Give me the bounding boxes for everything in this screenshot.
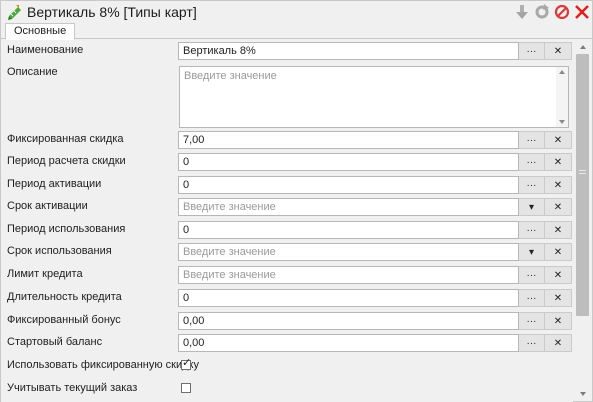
fixed-discount-input[interactable] <box>178 131 519 149</box>
credit-duration-label: Длительность кредита <box>7 291 122 303</box>
fixed-discount-clear-button[interactable]: ✕ <box>545 131 572 149</box>
usage-term-input[interactable] <box>178 243 519 261</box>
grip-line <box>579 173 586 174</box>
main-scrollbar[interactable] <box>574 40 592 401</box>
discount-calc-period-browse-button[interactable]: ··· <box>519 153 545 171</box>
usage-period-input[interactable] <box>178 221 519 239</box>
start-balance-browse-button[interactable]: ··· <box>519 334 545 352</box>
use-fixed-discount-checkbox[interactable]: ✓ <box>181 357 192 370</box>
refresh-icon[interactable] <box>534 4 550 20</box>
credit-duration-browse-button[interactable]: ··· <box>519 289 545 307</box>
row-activation-period: Период активации ··· ✕ <box>1 174 573 196</box>
discount-calc-period-clear-button[interactable]: ✕ <box>545 153 572 171</box>
green-ruler-pencil-icon <box>7 4 23 20</box>
name-browse-button[interactable]: ··· <box>519 42 545 60</box>
card-type-window: Вертикаль 8% [Типы карт] Основные Наимен… <box>0 0 593 402</box>
fixed-bonus-input[interactable] <box>178 312 519 330</box>
row-credit-duration: Длительность кредита ··· ✕ <box>1 287 573 309</box>
name-input[interactable] <box>178 42 519 60</box>
discount-calc-period-input[interactable] <box>178 153 519 171</box>
scroll-down-arrow-icon[interactable] <box>580 392 586 396</box>
credit-limit-browse-button[interactable]: ··· <box>519 266 545 284</box>
start-balance-label: Стартовый баланс <box>7 336 103 348</box>
close-icon[interactable] <box>574 4 590 20</box>
tab-strip: Основные <box>1 23 592 40</box>
name-label: Наименование <box>7 44 84 56</box>
row-fixed-bonus: Фиксированный бонус ··· ✕ <box>1 310 573 332</box>
row-usage-period: Период использования ··· ✕ <box>1 219 573 241</box>
activation-term-dropdown-button[interactable]: ▾ <box>519 198 545 216</box>
scroll-down-arrow-icon[interactable] <box>559 120 565 124</box>
description-textarea[interactable] <box>179 66 569 128</box>
name-clear-button[interactable]: ✕ <box>545 42 572 60</box>
row-discount-calc-period: Период расчета скидки ··· ✕ <box>1 151 573 173</box>
activation-term-clear-button[interactable]: ✕ <box>545 198 572 216</box>
tab-main[interactable]: Основные <box>5 23 76 40</box>
download-arrow-icon[interactable] <box>514 4 530 20</box>
usage-period-clear-button[interactable]: ✕ <box>545 221 572 239</box>
activation-term-input[interactable] <box>178 198 519 216</box>
row-fixed-discount: Фиксированная скидка ··· ✕ <box>1 129 573 151</box>
use-fixed-discount-label: Использовать фиксированную скидку <box>7 359 199 371</box>
usage-period-label: Период использования <box>7 223 126 235</box>
grip-line <box>579 170 586 171</box>
row-name: Наименование ··· ✕ <box>1 40 573 62</box>
description-scrollbar[interactable] <box>556 67 568 127</box>
fixed-discount-browse-button[interactable]: ··· <box>519 131 545 149</box>
scrollbar-thumb[interactable] <box>576 54 589 316</box>
checkmark-icon: ✓ <box>182 357 192 369</box>
main-form: Наименование ··· ✕ Описание Фиксированна… <box>1 40 573 402</box>
consider-current-order-label: Учитывать текущий заказ <box>7 382 138 394</box>
row-start-balance: Стартовый баланс ··· ✕ <box>1 332 573 354</box>
start-balance-input[interactable] <box>178 334 519 352</box>
row-activation-term: Срок активации ▾ ✕ <box>1 196 573 218</box>
usage-term-label: Срок использования <box>7 245 112 257</box>
credit-duration-input[interactable] <box>178 289 519 307</box>
scroll-up-arrow-icon[interactable] <box>580 45 586 49</box>
scroll-up-arrow-icon[interactable] <box>559 70 565 74</box>
window-title: Вертикаль 8% [Типы карт] <box>27 4 197 20</box>
activation-period-clear-button[interactable]: ✕ <box>545 176 572 194</box>
description-label: Описание <box>7 66 58 78</box>
row-consider-current-order: Учитывать текущий заказ <box>1 378 573 400</box>
consider-current-order-checkbox[interactable] <box>181 383 191 393</box>
start-balance-clear-button[interactable]: ✕ <box>545 334 572 352</box>
usage-period-browse-button[interactable]: ··· <box>519 221 545 239</box>
row-use-fixed-discount: Использовать фиксированную скидку ✓ <box>1 355 573 377</box>
fixed-bonus-label: Фиксированный бонус <box>7 314 121 326</box>
fixed-bonus-browse-button[interactable]: ··· <box>519 312 545 330</box>
fixed-bonus-clear-button[interactable]: ✕ <box>545 312 572 330</box>
row-credit-limit: Лимит кредита ··· ✕ <box>1 264 573 286</box>
activation-period-browse-button[interactable]: ··· <box>519 176 545 194</box>
discount-calc-period-label: Период расчета скидки <box>7 155 126 167</box>
activation-period-label: Период активации <box>7 178 102 190</box>
usage-term-dropdown-button[interactable]: ▾ <box>519 243 545 261</box>
title-bar: Вертикаль 8% [Типы карт] <box>1 1 592 23</box>
credit-limit-label: Лимит кредита <box>7 268 83 280</box>
row-usage-term: Срок использования ▾ ✕ <box>1 241 573 263</box>
activation-term-label: Срок активации <box>7 200 88 212</box>
activation-period-input[interactable] <box>178 176 519 194</box>
credit-limit-clear-button[interactable]: ✕ <box>545 266 572 284</box>
stop-icon[interactable] <box>554 4 570 20</box>
usage-term-clear-button[interactable]: ✕ <box>545 243 572 261</box>
fixed-discount-label: Фиксированная скидка <box>7 133 124 145</box>
credit-duration-clear-button[interactable]: ✕ <box>545 289 572 307</box>
credit-limit-input[interactable] <box>178 266 519 284</box>
